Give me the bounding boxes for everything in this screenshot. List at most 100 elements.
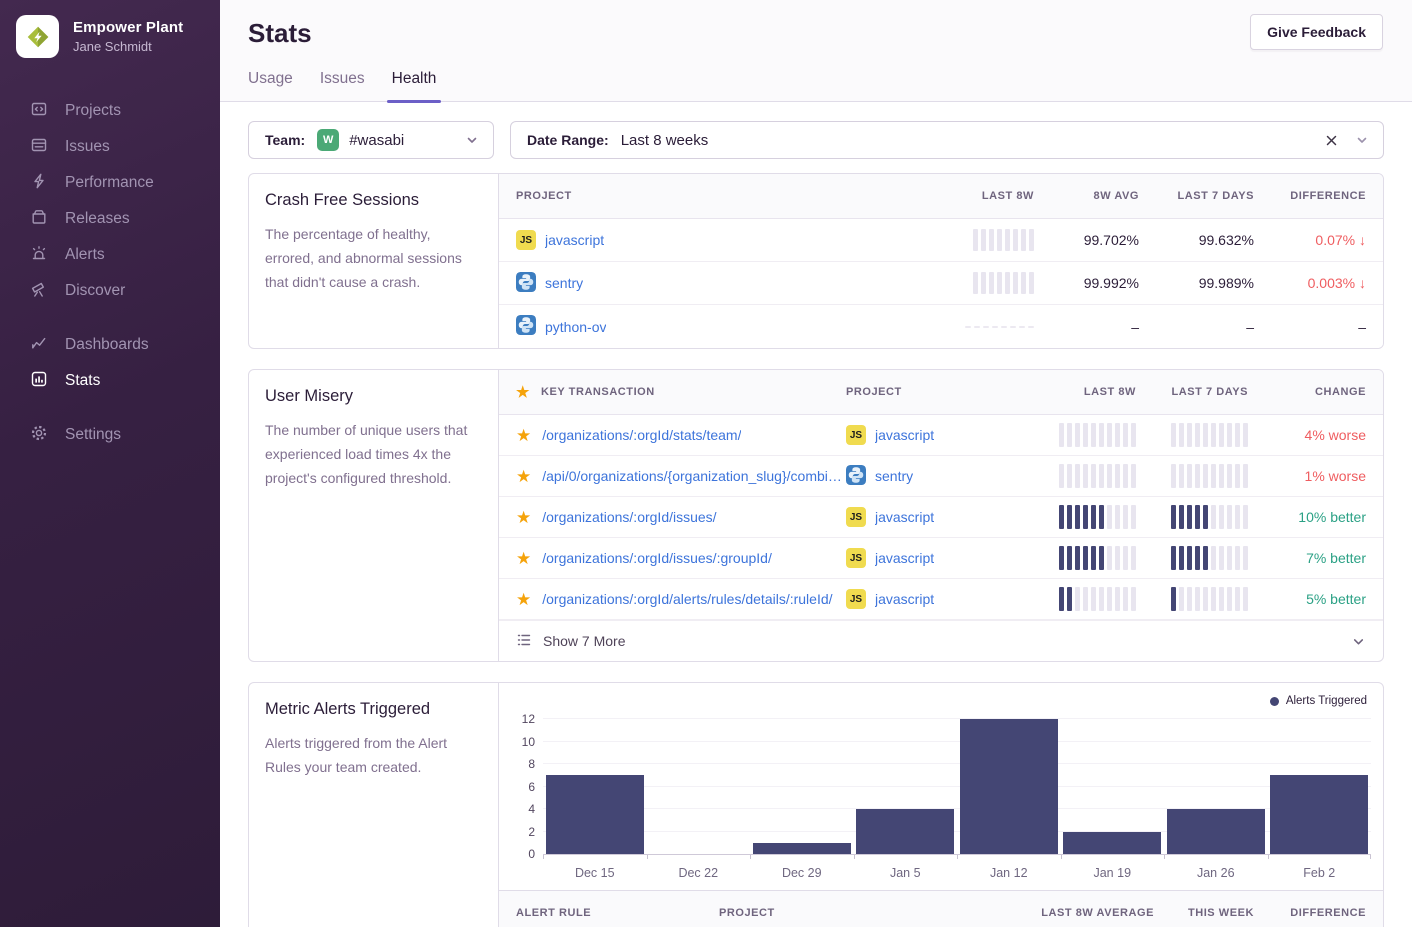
alerts-bar-chart: Alerts Triggered 024681012Dec 15Dec 22De… — [499, 683, 1383, 890]
chart-bar — [856, 809, 954, 854]
team-selector[interactable]: Team: W #wasabi — [248, 121, 494, 159]
project-link[interactable]: sentry — [545, 275, 583, 291]
sidebar-item-settings[interactable]: Settings — [0, 417, 220, 453]
sidebar-item-alerts[interactable]: Alerts — [0, 237, 220, 273]
stats-icon — [30, 370, 48, 393]
metric-alerts-body: Alerts Triggered 024681012Dec 15Dec 22De… — [499, 683, 1383, 927]
key-transaction-star-icon[interactable]: ★ — [516, 591, 531, 608]
key-transaction-star-icon[interactable]: ★ — [516, 509, 531, 526]
chevron-down-icon[interactable] — [1355, 133, 1369, 147]
javascript-platform-icon: JS — [846, 589, 866, 609]
project-link[interactable]: javascript — [875, 509, 934, 525]
nav-divider — [0, 309, 220, 327]
clear-date-icon[interactable] — [1325, 134, 1338, 147]
transaction-link[interactable]: /api/0/organizations/{organization_slug}… — [542, 468, 846, 484]
date-range-selector[interactable]: Date Range: Last 8 weeks — [510, 121, 1384, 159]
transaction-link[interactable]: /organizations/:orgId/issues/:groupId/ — [542, 550, 772, 566]
tab-usage[interactable]: Usage — [248, 70, 293, 101]
metric-alerts-panel: Metric Alerts Triggered Alerts triggered… — [248, 682, 1384, 927]
legend-label: Alerts Triggered — [1286, 695, 1367, 707]
key-transaction-star-icon[interactable]: ★ — [516, 550, 531, 567]
page-header: Stats Give Feedback Usage Issues Health — [220, 0, 1412, 102]
crash-free-sessions-panel: Crash Free Sessions The percentage of he… — [248, 173, 1384, 349]
y-axis-label: 10 — [501, 735, 535, 749]
settings-icon — [30, 424, 48, 447]
python-platform-icon — [516, 315, 536, 338]
avg-value: – — [1131, 319, 1139, 335]
discover-icon — [30, 280, 48, 303]
tab-issues[interactable]: Issues — [320, 70, 365, 101]
sparkline-last-8w — [1059, 464, 1136, 488]
sparkline-last-8w — [1059, 423, 1136, 447]
performance-icon — [30, 172, 48, 195]
sparkline-last-7d — [1171, 505, 1248, 529]
x-axis-label: Jan 19 — [1061, 866, 1165, 880]
sidebar-item-discover[interactable]: Discover — [0, 273, 220, 309]
filter-bar: Team: W #wasabi Date Range: Last 8 weeks — [248, 121, 1384, 159]
issues-icon — [30, 136, 48, 159]
sidebar-item-projects[interactable]: Projects — [0, 93, 220, 129]
date-range-value: Last 8 weeks — [621, 132, 1325, 149]
key-transaction-star-icon[interactable]: ★ — [516, 427, 531, 444]
project-link[interactable]: python-ov — [545, 319, 606, 335]
project-link[interactable]: sentry — [875, 468, 913, 484]
transaction-link[interactable]: /organizations/:orgId/stats/team/ — [542, 427, 741, 443]
table-row: ★ /organizations/:orgId/issues/ JS javascr… — [499, 497, 1383, 538]
sidebar-item-releases[interactable]: Releases — [0, 201, 220, 237]
table-row: ★/organizations/:orgId/issues/:groupId/ … — [499, 538, 1383, 579]
misery-table: ★KEY TRANSACTION PROJECT LAST 8W LAST 7 … — [499, 370, 1383, 661]
show-more-row[interactable]: Show 7 More — [499, 620, 1383, 661]
key-transaction-star-icon[interactable]: ★ — [516, 468, 531, 485]
sidebar-item-issues[interactable]: Issues — [0, 129, 220, 165]
project-link[interactable]: javascript — [545, 232, 604, 248]
project-link[interactable]: javascript — [875, 427, 934, 443]
change-value: 4% worse — [1305, 427, 1366, 443]
sidebar-item-dashboards[interactable]: Dashboards — [0, 327, 220, 363]
team-label: Team: — [265, 132, 305, 148]
project-link[interactable]: javascript — [875, 591, 934, 607]
give-feedback-button[interactable]: Give Feedback — [1250, 14, 1383, 50]
table-row: sentry 99.992% 99.989% 0.003% ↓ — [499, 262, 1383, 305]
table-row: ★ /organizations/:orgId/alerts/rules/deta… — [499, 579, 1383, 620]
avg-value: 99.702% — [1084, 232, 1139, 248]
difference-value: 0.003% ↓ — [1308, 275, 1366, 291]
team-value: #wasabi — [349, 132, 465, 149]
sparkline-last-7d — [1171, 423, 1248, 447]
list-icon — [516, 632, 532, 651]
chevron-down-icon — [1351, 634, 1366, 649]
sidebar-item-label: Stats — [65, 372, 100, 390]
javascript-platform-icon: JS — [846, 425, 866, 445]
main-content: Stats Give Feedback Usage Issues Health … — [220, 0, 1412, 927]
x-axis-label: Dec 15 — [543, 866, 647, 880]
chart-legend: Alerts Triggered — [1270, 695, 1367, 707]
y-axis-label: 2 — [501, 825, 535, 839]
javascript-platform-icon: JS — [846, 507, 866, 527]
difference-value: – — [1358, 319, 1366, 335]
chart-plot: 024681012Dec 15Dec 22Dec 29Jan 5Jan 12Ja… — [543, 720, 1371, 855]
chart-bar — [1270, 775, 1368, 854]
x-axis-label: Jan 12 — [957, 866, 1061, 880]
table-row: ★ /api/0/organizations/{organization_slug… — [499, 456, 1383, 497]
tab-health[interactable]: Health — [392, 70, 437, 101]
sidebar-nav: Projects Issues Performance Releases Ale… — [0, 93, 220, 453]
sparkline-last-8w — [973, 229, 1034, 251]
org-switcher[interactable]: Empower Plant Jane Schmidt — [0, 0, 220, 73]
dashboards-icon — [30, 334, 48, 357]
transaction-link[interactable]: /organizations/:orgId/alerts/rules/detai… — [542, 591, 832, 607]
sidebar-item-label: Settings — [65, 426, 121, 444]
chart-bar — [546, 775, 644, 854]
sidebar-item-label: Alerts — [65, 246, 105, 264]
sidebar-item-performance[interactable]: Performance — [0, 165, 220, 201]
panel-description: User Misery The number of unique users t… — [249, 370, 499, 661]
panel-description: Crash Free Sessions The percentage of he… — [249, 174, 499, 348]
x-axis-label: Jan 5 — [854, 866, 958, 880]
project-link[interactable]: javascript — [875, 550, 934, 566]
down-arrow-icon: ↓ — [1359, 232, 1366, 248]
sidebar-item-stats[interactable]: Stats — [0, 363, 220, 399]
empower-plant-logo-icon — [25, 24, 51, 50]
sidebar-item-label: Issues — [65, 138, 110, 156]
content-area: Team: W #wasabi Date Range: Last 8 weeks… — [220, 102, 1412, 927]
user-misery-panel: User Misery The number of unique users t… — [248, 369, 1384, 662]
sparkline-last-8w — [1059, 546, 1136, 570]
transaction-link[interactable]: /organizations/:orgId/issues/ — [542, 509, 716, 525]
